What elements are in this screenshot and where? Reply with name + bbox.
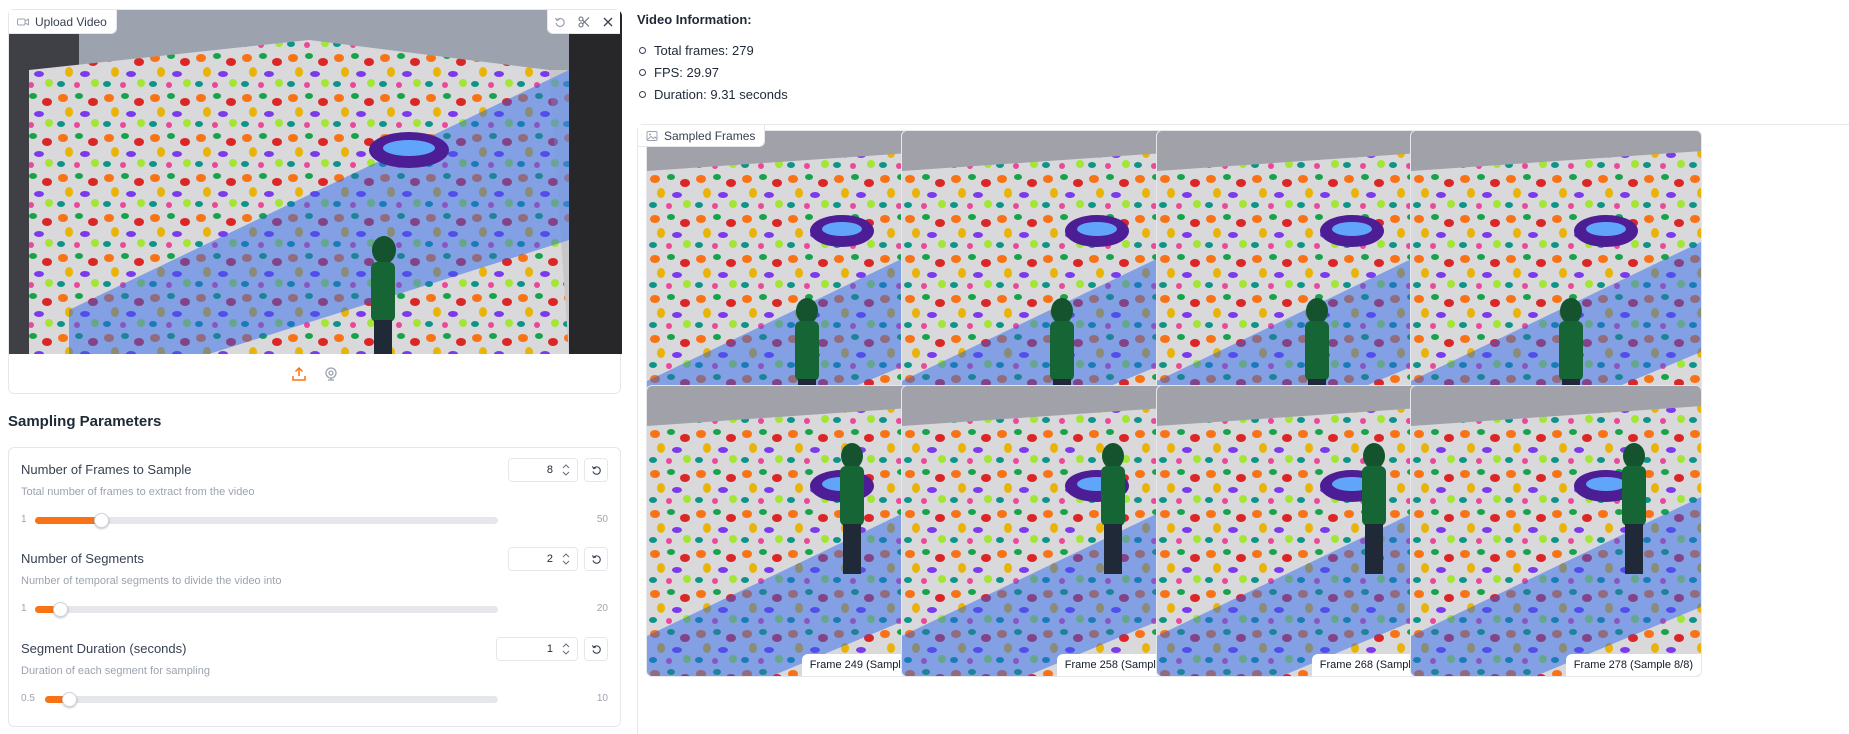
frame-thumbnail[interactable]: Frame 28 (Sample 4/8) [1410,130,1702,422]
sampled-frames-gallery: Sampled Frames Frame 0 (Sample 1/8)Frame… [637,124,1849,734]
frame-thumbnail[interactable]: Frame 278 (Sample 8/8) [1410,385,1702,677]
reset-icon[interactable] [584,458,608,482]
frame-caption: Frame 278 (Sample 8/8) [1565,654,1701,676]
frame-thumbnail[interactable]: Frame 0 (Sample 1/8) [646,130,938,422]
param-info: Total number of frames to extract from t… [21,486,255,498]
frames-to-sample-control: Number of Frames to Sample Total number … [21,448,608,536]
app-page: Upload Video Sampling Parameters Number … [0,0,1849,734]
frames-number-input[interactable]: 8 [508,458,578,482]
video-player[interactable] [9,10,622,354]
list-item: Duration: 9.31 seconds [637,83,788,105]
spinner-icon[interactable] [559,641,573,657]
sampling-parameters-heading: Sampling Parameters [8,413,162,430]
climbing-frame-image [647,131,937,421]
webcam-icon[interactable] [321,364,341,384]
video-icon [17,16,29,28]
climbing-video-frame [9,10,622,354]
sampling-parameters-panel: Number of Frames to Sample Total number … [8,447,621,727]
climbing-frame-image [1157,131,1447,421]
climbing-frame-image [902,131,1192,421]
upload-video-label: Upload Video [9,10,117,34]
frame-thumbnail[interactable]: Frame 249 (Sample 5/8) [646,385,938,677]
reset-icon[interactable] [584,547,608,571]
slider-fill [35,517,102,524]
scissors-icon[interactable] [572,10,596,34]
segment-duration-control: Segment Duration (seconds) Duration of e… [21,627,608,715]
spinner-icon[interactable] [559,462,573,478]
reset-icon[interactable] [584,637,608,661]
climbing-frame-image [902,386,1192,676]
upload-icon[interactable] [289,364,309,384]
image-icon [646,130,658,142]
bullet-icon [639,90,646,98]
slider-min: 0.5 [21,693,35,704]
slider-max: 10 [596,693,608,704]
list-item: Total frames: 279 [637,39,788,61]
video-info-heading: Video Information: [637,12,752,27]
frame-thumbnail[interactable]: Frame 268 (Sample 7/8) [1156,385,1448,677]
video-upload-block[interactable]: Upload Video [8,9,622,394]
frame-thumbnail[interactable]: Frame 258 (Sample 6/8) [901,385,1193,677]
list-item: FPS: 29.97 [637,61,788,83]
frames-slider[interactable] [35,513,498,528]
info-text: FPS: 29.97 [654,64,720,80]
param-info: Number of temporal segments to divide th… [21,575,282,587]
spinner-icon[interactable] [559,551,573,567]
climbing-frame-image [1411,386,1701,676]
param-info: Duration of each segment for sampling [21,665,210,677]
close-icon[interactable] [596,10,620,34]
video-info-list: Total frames: 279 FPS: 29.97 Duration: 9… [637,39,788,105]
video-source-bar [9,354,620,394]
segments-slider[interactable] [35,602,498,617]
param-label: Number of Segments [21,551,144,566]
param-label: Segment Duration (seconds) [21,641,187,656]
sampled-frames-label: Sampled Frames [638,125,766,147]
frame-thumbnail[interactable]: Frame 9 (Sample 2/8) [901,130,1193,422]
segments-control: Number of Segments Number of temporal se… [21,537,608,625]
duration-number-input[interactable]: 1 [496,637,578,661]
slider-min: 1 [21,603,27,614]
param-label: Number of Frames to Sample [21,462,192,477]
left-panel: Upload Video Sampling Parameters Number … [8,9,622,727]
segments-number-input[interactable]: 2 [508,547,578,571]
slider-thumb[interactable] [52,602,68,617]
undo-icon[interactable] [548,10,572,34]
climbing-frame-image [1157,386,1447,676]
duration-slider[interactable] [45,692,498,707]
climbing-frame-image [1411,131,1701,421]
frame-thumbnail[interactable]: Frame 18 (Sample 3/8) [1156,130,1448,422]
slider-thumb[interactable] [62,692,77,707]
bullet-icon [639,68,646,76]
info-text: Total frames: 279 [654,42,754,58]
video-toolbar [547,10,620,34]
climbing-frame-image [647,386,937,676]
slider-max: 50 [596,514,608,525]
slider-min: 1 [21,514,27,525]
slider-max: 20 [596,603,608,614]
slider-thumb[interactable] [94,513,110,528]
bullet-icon [639,46,646,54]
upload-video-label-text: Upload Video [35,14,107,29]
info-text: Duration: 9.31 seconds [654,86,788,102]
sampled-frames-label-text: Sampled Frames [664,128,756,143]
